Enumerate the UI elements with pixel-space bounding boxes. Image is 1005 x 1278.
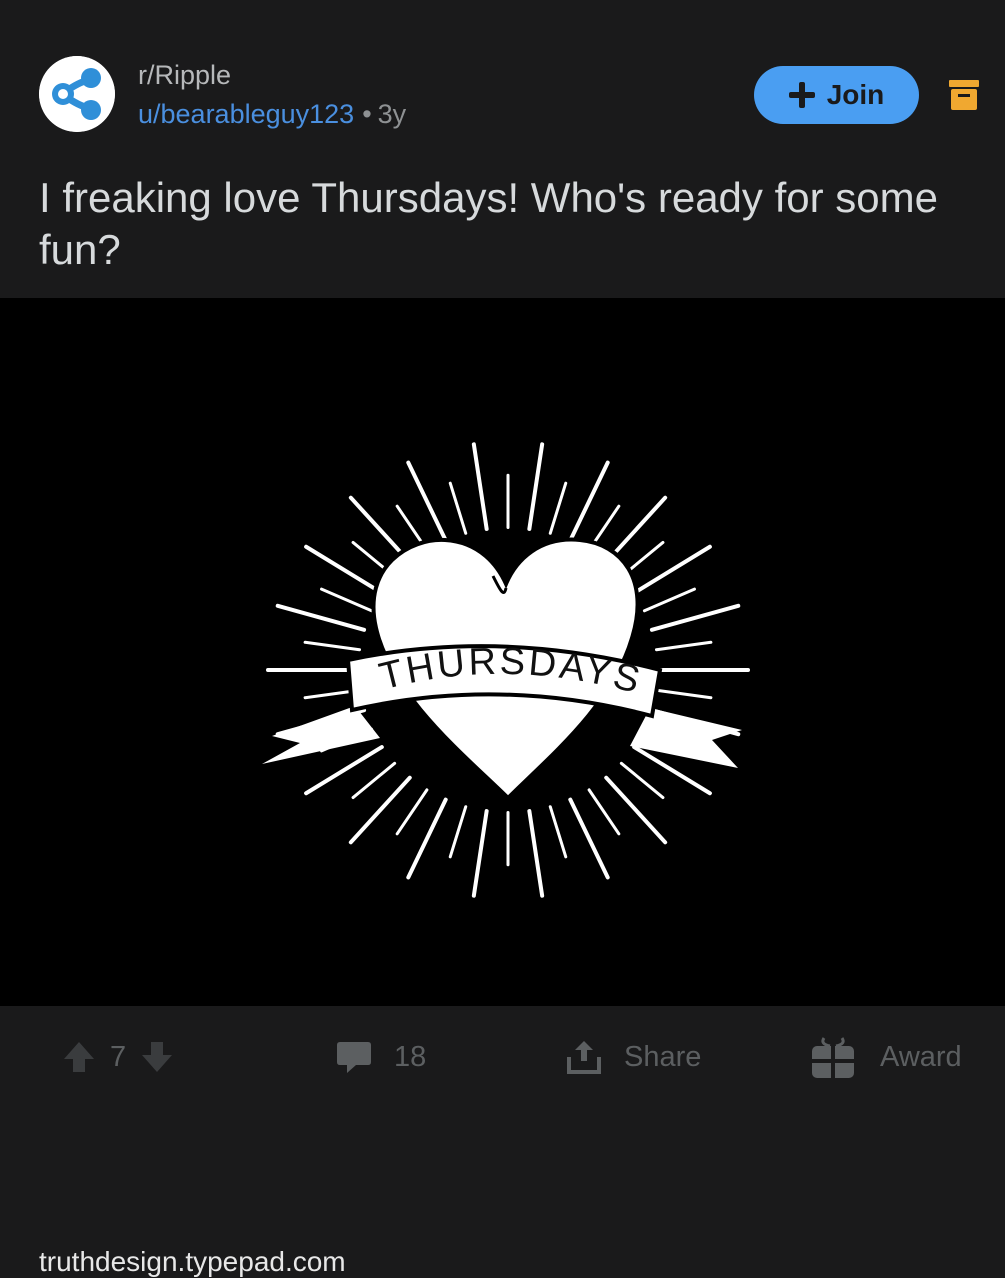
archive-icon[interactable] <box>948 78 980 112</box>
post-meta: r/Ripple u/bearableguy123 • 3y <box>138 58 406 134</box>
comments-button[interactable]: 18 <box>336 1006 426 1108</box>
sunburst-ray <box>548 805 568 859</box>
sunburst-ray <box>320 587 374 613</box>
vote-group: 7 <box>62 1006 174 1108</box>
share-icon <box>567 1041 601 1074</box>
close-icon[interactable] <box>846 0 876 4</box>
sunburst-ray <box>351 761 397 800</box>
sunburst-ray <box>448 805 468 859</box>
share-button[interactable]: Share <box>566 1006 701 1108</box>
sunburst-ray <box>275 603 367 632</box>
sunburst-ray <box>654 688 713 700</box>
award-label: Award <box>880 1040 962 1073</box>
upvote-icon[interactable] <box>62 1040 96 1074</box>
sunburst-ray <box>304 745 384 796</box>
award-icon <box>812 1037 854 1078</box>
downvote-icon[interactable] <box>140 1040 174 1074</box>
thursdays-heart-image: THURSDAYS <box>262 442 750 898</box>
ripple-logo-icon <box>39 56 115 132</box>
sunburst-ray <box>619 761 665 800</box>
back-icon[interactable] <box>40 0 70 4</box>
top-bar-edge <box>0 0 1005 8</box>
sunburst-ray <box>471 809 489 898</box>
meta-separator: • <box>362 99 372 129</box>
author-link[interactable]: u/bearableguy123 <box>138 99 354 129</box>
action-bar: 7 18 Share Award <box>0 1006 1005 1108</box>
sunburst-ray <box>527 809 545 898</box>
join-button[interactable]: Join <box>754 66 919 124</box>
comment-count: 18 <box>394 1040 427 1073</box>
sunburst-ray <box>304 544 384 595</box>
post-age: 3y <box>377 99 407 129</box>
post-image[interactable]: THURSDAYS truthdesign.typepad.com <box>0 298 1005 1277</box>
sunburst-ray <box>632 544 712 595</box>
author-line: u/bearableguy123 • 3y <box>138 94 406 134</box>
sunburst-ray <box>649 603 741 632</box>
plus-icon <box>788 82 815 108</box>
join-label: Join <box>826 79 885 110</box>
sunburst-ray <box>654 640 713 652</box>
sunburst-ray <box>348 775 412 845</box>
subreddit-avatar[interactable] <box>39 56 115 132</box>
sunburst-ray <box>395 788 429 836</box>
sunburst-ray <box>527 442 545 531</box>
award-button[interactable]: Award <box>810 1006 962 1108</box>
link-domain[interactable]: truthdesign.typepad.com <box>39 1246 346 1278</box>
sunburst-ray <box>587 788 621 836</box>
share-label: Share <box>624 1040 702 1073</box>
sunburst-ray <box>303 640 362 652</box>
post-header: r/Ripple u/bearableguy123 • 3y Join I frea… <box>0 0 1005 298</box>
sunburst-ray <box>642 587 696 613</box>
sunburst-ray <box>548 481 568 535</box>
vote-count: 7 <box>110 1040 127 1073</box>
comment-icon <box>337 1042 371 1073</box>
sunburst-ray <box>471 442 489 531</box>
post-title[interactable]: I freaking love Thursdays! Who's ready f… <box>39 172 979 276</box>
sunburst-ray <box>604 775 668 845</box>
sunburst-ray <box>448 481 468 535</box>
subreddit-name[interactable]: r/Ripple <box>138 58 406 92</box>
